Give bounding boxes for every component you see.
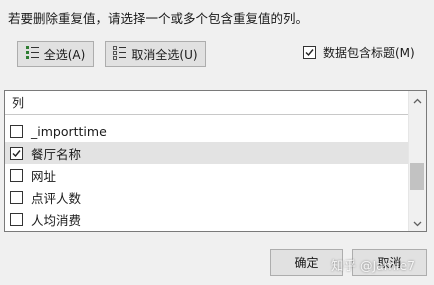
has-headers-checkbox[interactable] xyxy=(303,46,316,59)
list-item-checkbox[interactable] xyxy=(10,168,23,182)
list-item-importtime[interactable]: _importtime xyxy=(5,120,409,142)
list-item-label: 网址 xyxy=(31,168,57,184)
has-headers-label: 数据包含标题(M) xyxy=(323,46,415,60)
list-item-restaurant-name[interactable]: 餐厅名称 xyxy=(5,142,409,164)
list-item-checkbox[interactable] xyxy=(10,124,23,138)
has-headers-option[interactable]: 数据包含标题(M) xyxy=(303,44,415,61)
columns-list-header: 列 xyxy=(5,91,409,115)
chevron-up-icon xyxy=(413,93,422,107)
select-all-button[interactable]: 全选(A) xyxy=(17,41,94,67)
scroll-down-button[interactable] xyxy=(409,214,426,231)
vertical-scrollbar[interactable] xyxy=(408,91,426,231)
list-item-reviewer-count[interactable]: 点评人数 xyxy=(5,186,409,208)
unselect-all-label: 取消全选(U) xyxy=(131,47,198,62)
ok-button[interactable]: 确定 xyxy=(270,249,343,276)
list-item-label: 餐厅名称 xyxy=(31,146,82,162)
instruction-text: 若要删除重复值，请选择一个或多个包含重复值的列。 xyxy=(8,11,309,26)
scroll-thumb[interactable] xyxy=(410,163,424,190)
checklist-icon xyxy=(25,45,39,63)
unchecked-list-icon xyxy=(113,45,127,63)
select-all-label: 全选(A) xyxy=(43,47,86,62)
columns-list-rows: _importtime 餐厅名称 网址 点评人数 人均消费 xyxy=(5,120,409,230)
columns-list[interactable]: 列 _importtime 餐厅名称 网址 点评人数 人均消费 xyxy=(4,90,427,232)
scroll-up-button[interactable] xyxy=(409,91,426,108)
list-item-label: 点评人数 xyxy=(31,190,82,206)
list-item-avg-spend[interactable]: 人均消费 xyxy=(5,208,409,230)
list-item-checkbox[interactable] xyxy=(10,146,23,160)
list-item-label: _importtime xyxy=(31,123,107,139)
chevron-down-icon xyxy=(413,216,422,230)
list-item-checkbox[interactable] xyxy=(10,190,23,204)
unselect-all-button[interactable]: 取消全选(U) xyxy=(105,41,206,67)
cancel-button[interactable]: 取消 xyxy=(352,249,427,276)
list-item-checkbox[interactable] xyxy=(10,212,23,226)
list-item-url[interactable]: 网址 xyxy=(5,164,409,186)
list-item-label: 人均消费 xyxy=(31,212,82,228)
